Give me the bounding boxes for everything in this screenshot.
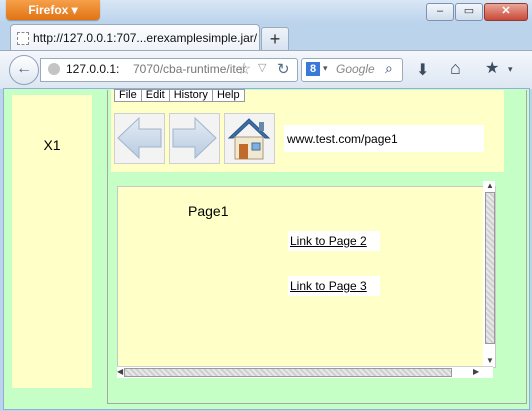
right-arrow-icon — [172, 116, 217, 160]
link-page-3[interactable]: Link to Page 3 — [288, 276, 380, 296]
left-panel-label: X1 — [43, 137, 61, 153]
scroll-left-icon[interactable]: ◀ — [117, 367, 123, 376]
maximize-button[interactable]: ▭ — [455, 3, 483, 21]
menu-history[interactable]: History — [168, 89, 213, 102]
menu-file[interactable]: File — [114, 89, 142, 102]
new-tab-button[interactable]: + — [261, 27, 289, 50]
download-icon[interactable]: ⬇ — [416, 60, 429, 80]
scroll-down-icon[interactable]: ▼ — [486, 356, 494, 365]
vertical-scroll-thumb[interactable] — [485, 192, 495, 344]
app-address-field[interactable]: www.test.com/page1 — [284, 125, 484, 152]
app-forward-button[interactable] — [169, 113, 220, 164]
home-icon[interactable]: ⌂ — [450, 58, 461, 79]
page-view: Page1 Link to Page 2 Link to Page 3 — [117, 186, 496, 368]
bookmarks-dropdown-icon[interactable]: ▾ — [508, 64, 513, 75]
app-back-button[interactable] — [114, 113, 165, 164]
search-engine-dropdown-icon[interactable]: ▾ — [323, 63, 328, 74]
app-home-button[interactable] — [224, 113, 275, 164]
url-host: 127.0.0.1: — [66, 62, 120, 76]
back-arrow-icon: ← — [16, 60, 32, 77]
google-icon[interactable]: 8 — [306, 62, 320, 76]
firefox-menu-button[interactable]: Firefox ▾ — [6, 0, 100, 20]
page-title: Page1 — [188, 203, 229, 219]
tab-title: http://127.0.0.1:707...erexamplesimple.j… — [33, 31, 258, 45]
menu-help[interactable]: Help — [211, 89, 245, 102]
url-bar[interactable]: 127.0.0.1: 7070/cba-runtime/iter ☆ ▽ ↻ — [40, 58, 298, 82]
horizontal-scroll-thumb[interactable] — [124, 368, 452, 377]
bookmarks-icon[interactable]: ★ — [485, 58, 499, 78]
app-menu-bar: File Edit History Help — [114, 89, 245, 102]
minimize-button[interactable]: – — [426, 3, 454, 21]
search-icon[interactable]: ⌕ — [385, 60, 393, 77]
browser-tab[interactable]: http://127.0.0.1:707...erexamplesimple.j… — [10, 24, 260, 51]
globe-icon — [48, 63, 60, 75]
search-placeholder: Google — [336, 62, 375, 76]
left-panel: X1 — [12, 95, 92, 388]
close-window-button[interactable]: ✕ — [484, 3, 528, 21]
link-page-2[interactable]: Link to Page 2 — [288, 231, 380, 251]
search-bar[interactable]: 8 ▾ Google ⌕ — [301, 58, 403, 82]
left-arrow-icon — [117, 116, 162, 160]
back-button[interactable]: ← — [9, 55, 39, 85]
bookmark-star-icon[interactable]: ☆ — [237, 59, 251, 79]
house-icon — [227, 118, 271, 160]
menu-edit[interactable]: Edit — [140, 89, 170, 102]
url-dropdown-icon[interactable]: ▽ — [258, 61, 266, 74]
scroll-right-icon[interactable]: ▶ — [473, 367, 479, 376]
scroll-up-icon[interactable]: ▲ — [486, 181, 494, 190]
url-path: 7070/cba-runtime/iter — [133, 62, 247, 76]
app-address-text: www.test.com/page1 — [287, 132, 398, 146]
page-icon — [17, 32, 29, 45]
reload-icon[interactable]: ↻ — [277, 60, 290, 78]
